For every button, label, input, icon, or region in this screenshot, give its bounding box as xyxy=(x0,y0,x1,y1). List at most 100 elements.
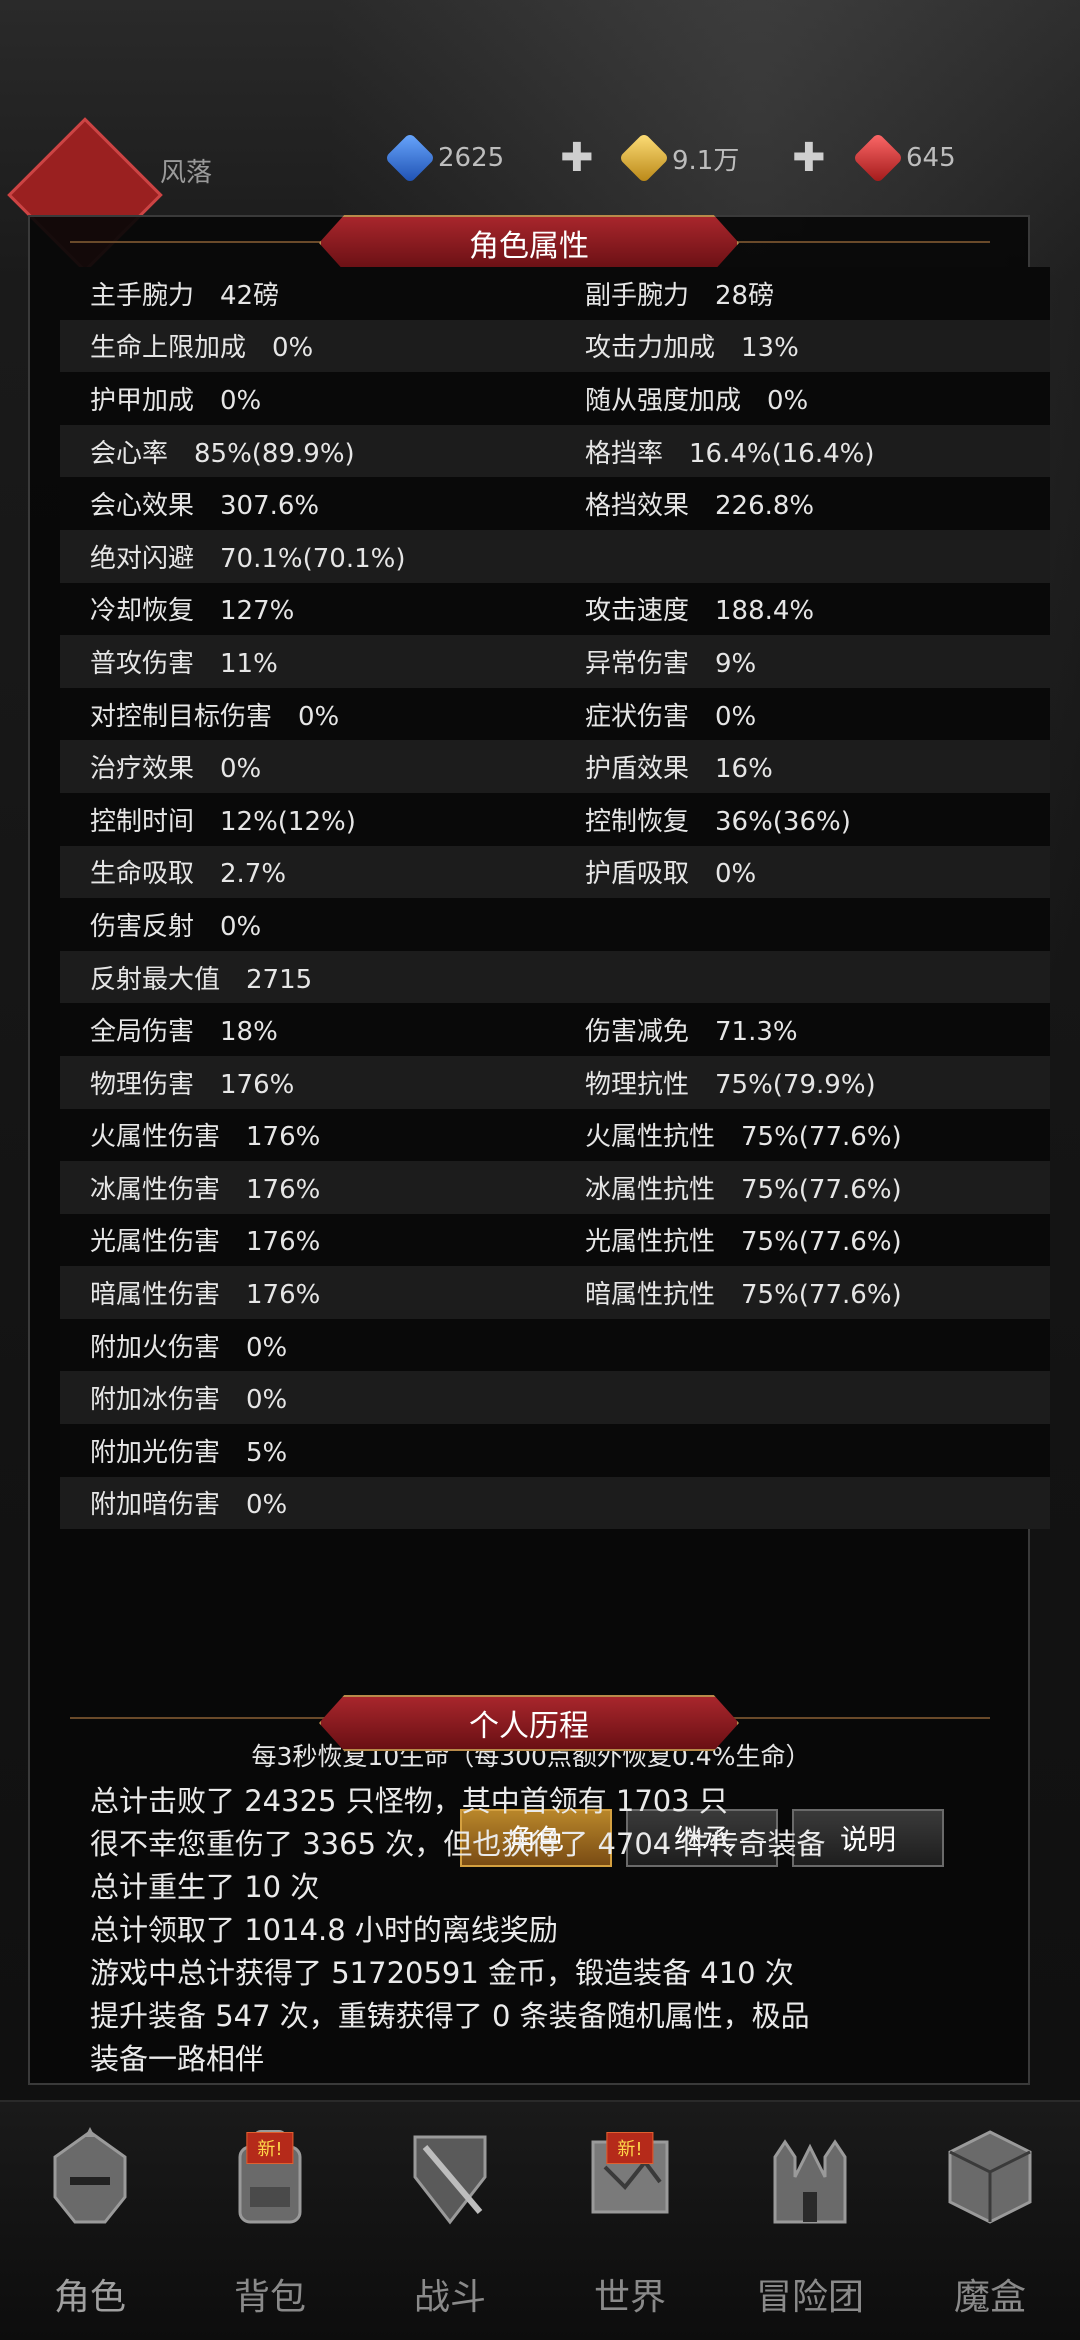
attribute-row: 伤害反射 0% xyxy=(60,898,1050,951)
attribute-left: 冷却恢复 127% xyxy=(90,596,295,627)
nav-label: 背包 xyxy=(233,2277,306,2318)
attribute-left: 附加暗伤害 0% xyxy=(90,1490,288,1521)
attribute-right: 控制恢复 36%(36%) xyxy=(585,806,851,837)
attribute-left: 火属性伤害 176% xyxy=(90,1122,321,1153)
attribute-left: 对控制目标伤害 0% xyxy=(90,701,340,732)
cube-icon xyxy=(940,2122,1040,2232)
attribute-right: 格挡率 16.4%(16.4%) xyxy=(585,438,875,469)
attribute-row: 会心率 85%(89.9%) 格挡率 16.4%(16.4%) xyxy=(60,424,1050,478)
divider xyxy=(70,1717,350,1719)
attribute-row: 生命吸取 2.7% 护盾吸取 0% xyxy=(60,845,1050,899)
attribute-right: 攻击力加成 13% xyxy=(585,333,799,364)
attribute-row: 生命上限加成 0% 攻击力加成 13% xyxy=(60,319,1050,373)
history-text: 总计击败了 24325 只怪物，其中首领有 1703 只 很不幸您重伤了 336… xyxy=(90,1780,1010,2081)
nav-item-adventure-team[interactable]: 冒险团 xyxy=(720,2102,900,2340)
attribute-left: 附加光伤害 5% xyxy=(90,1437,288,1468)
nav-label: 角色 xyxy=(53,2277,126,2318)
attribute-right: 护盾吸取 0% xyxy=(585,859,757,890)
attribute-left: 附加火伤害 0% xyxy=(90,1332,288,1363)
attribute-left: 生命吸取 2.7% xyxy=(90,859,287,890)
attribute-row: 附加暗伤害 0% xyxy=(60,1476,1050,1530)
divider xyxy=(70,241,350,243)
attribute-row: 控制时间 12%(12%) 控制恢复 36%(36%) xyxy=(60,792,1050,846)
add-gold-gem-icon[interactable]: ✚ xyxy=(792,138,826,178)
nav-item-magic-box[interactable]: 魔盒 xyxy=(900,2102,1080,2340)
attribute-row: 附加冰伤害 0% xyxy=(60,1371,1050,1425)
history-line: 游戏中总计获得了 51720591 金币，锻造装备 410 次 xyxy=(90,1956,794,1990)
attribute-left: 全局伤害 18% xyxy=(90,1017,278,1048)
attribute-right: 随从强度加成 0% xyxy=(585,385,809,416)
attribute-row: 冷却恢复 127% 攻击速度 188.4% xyxy=(60,582,1050,636)
history-line: 总计击败了 24325 只怪物，其中首领有 1703 只 xyxy=(90,1784,728,1818)
attribute-row: 普攻伤害 11% 异常伤害 9% xyxy=(60,635,1050,688)
nav-item-backpack[interactable]: 新! 背包 xyxy=(180,2102,360,2340)
helmet-icon xyxy=(40,2122,140,2232)
red-gem-counter: 645 xyxy=(852,132,956,184)
red-gem-icon xyxy=(852,132,904,184)
add-blue-gem-icon[interactable]: ✚ xyxy=(560,138,594,178)
attribute-row: 会心效果 307.6% 格挡效果 226.8% xyxy=(60,477,1050,530)
history-line: 提升装备 547 次，重铸获得了 0 条装备随机属性，极品 xyxy=(90,1999,810,2033)
attribute-row: 绝对闪避 70.1%(70.1%) xyxy=(60,529,1050,583)
attribute-row: 全局伤害 18% 伤害减免 71.3% xyxy=(60,1003,1050,1056)
attribute-left: 生命上限加成 0% xyxy=(90,333,314,364)
castle-icon xyxy=(760,2122,860,2232)
attribute-right: 伤害减免 71.3% xyxy=(585,1017,798,1048)
divider xyxy=(710,241,990,243)
attributes-title: 角色属性 xyxy=(319,215,739,271)
attribute-left: 治疗效果 0% xyxy=(90,754,262,785)
divider xyxy=(710,1717,990,1719)
gold-gem-counter: 9.1万 xyxy=(618,132,740,184)
red-gem-value: 645 xyxy=(906,143,956,173)
attribute-right: 症状伤害 0% xyxy=(585,701,757,732)
attribute-left: 绝对闪避 70.1%(70.1%) xyxy=(90,543,406,574)
attribute-row: 主手腕力 42磅 副手腕力 28磅 xyxy=(60,267,1050,320)
nav-item-character[interactable]: 角色 xyxy=(0,2102,180,2340)
attribute-left: 冰属性伤害 176% xyxy=(90,1174,321,1205)
attribute-row: 光属性伤害 176% 光属性抗性 75%(77.6%) xyxy=(60,1213,1050,1267)
attribute-right: 物理抗性 75%(79.9%) xyxy=(585,1069,876,1100)
gold-gem-value: 9.1万 xyxy=(672,145,740,176)
attribute-row: 反射最大值 2715 xyxy=(60,950,1050,1004)
history-line: 总计重生了 10 次 xyxy=(90,1870,320,1904)
gold-gem-icon xyxy=(618,132,670,184)
nav-label: 冒险团 xyxy=(755,2277,864,2318)
history-line: 很不幸您重伤了 3365 次，但也获得了 4704 件传奇装备 xyxy=(90,1827,826,1861)
attribute-right: 格挡效果 226.8% xyxy=(585,491,815,522)
attribute-left: 伤害反射 0% xyxy=(90,911,262,942)
new-badge: 新! xyxy=(246,2132,294,2164)
nav-item-world[interactable]: 新! 世界 xyxy=(540,2102,720,2340)
player-name: 风落 xyxy=(160,158,213,188)
attribute-row: 护甲加成 0% 随从强度加成 0% xyxy=(60,372,1050,425)
attribute-right: 异常伤害 9% xyxy=(585,648,757,679)
attribute-right: 火属性抗性 75%(77.6%) xyxy=(585,1122,902,1153)
attribute-left: 普攻伤害 11% xyxy=(90,648,278,679)
attribute-left: 反射最大值 2715 xyxy=(90,964,313,995)
attribute-right: 光属性抗性 75%(77.6%) xyxy=(585,1227,902,1258)
attribute-row: 附加光伤害 5% xyxy=(60,1424,1050,1477)
attribute-left: 护甲加成 0% xyxy=(90,385,262,416)
history-title: 个人历程 xyxy=(319,1695,739,1751)
attribute-row: 火属性伤害 176% 火属性抗性 75%(77.6%) xyxy=(60,1108,1050,1162)
attribute-row: 附加火伤害 0% xyxy=(60,1318,1050,1372)
top-bar: 风落 2625 ✚ 9.1万 ✚ 645 xyxy=(0,0,1080,273)
attribute-row: 暗属性伤害 176% 暗属性抗性 75%(77.6%) xyxy=(60,1266,1050,1319)
attribute-right: 暗属性抗性 75%(77.6%) xyxy=(585,1280,902,1311)
new-badge: 新! xyxy=(606,2132,654,2164)
attribute-left: 控制时间 12%(12%) xyxy=(90,806,356,837)
attribute-left: 会心率 85%(89.9%) xyxy=(90,438,355,469)
history-line: 装备一路相伴 xyxy=(90,2042,265,2076)
nav-label: 魔盒 xyxy=(953,2277,1026,2318)
swords-icon xyxy=(400,2122,500,2232)
blue-gem-icon xyxy=(384,132,436,184)
attribute-row: 物理伤害 176% 物理抗性 75%(79.9%) xyxy=(60,1055,1050,1109)
attribute-left: 会心效果 307.6% xyxy=(90,491,320,522)
attribute-left: 暗属性伤害 176% xyxy=(90,1280,321,1311)
bottom-nav: 角色 新! 背包 战斗 新! 世界 冒险团 魔盒 xyxy=(0,2100,1080,2340)
nav-item-battle[interactable]: 战斗 xyxy=(360,2102,540,2340)
attribute-left: 附加冰伤害 0% xyxy=(90,1385,288,1416)
attribute-row: 对控制目标伤害 0% 症状伤害 0% xyxy=(60,687,1050,741)
blue-gem-value: 2625 xyxy=(438,143,505,173)
attribute-left: 主手腕力 42磅 xyxy=(90,280,280,311)
attribute-left: 光属性伤害 176% xyxy=(90,1227,321,1258)
